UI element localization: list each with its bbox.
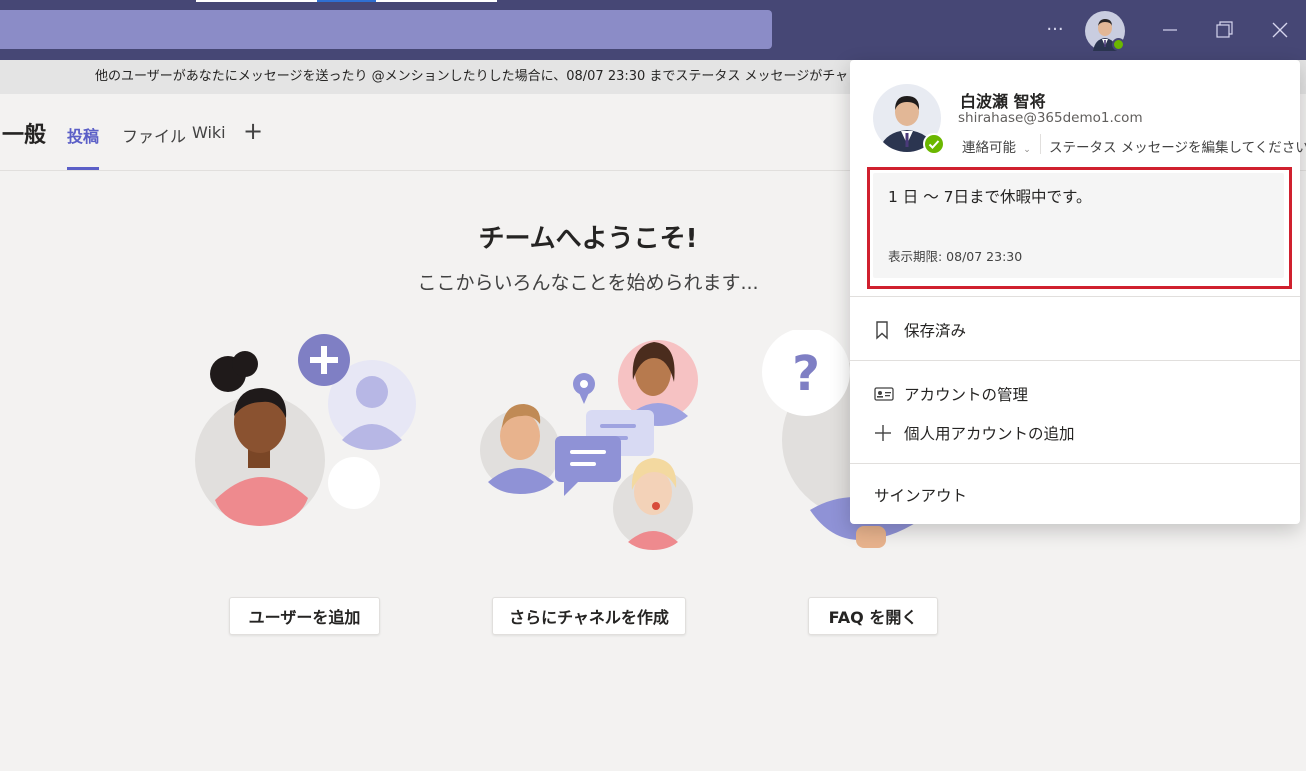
add-personal-account-menu-item[interactable]: 個人用アカウントの追加 bbox=[874, 418, 1075, 448]
profile-name: 白波瀬 智将 bbox=[960, 92, 1046, 111]
manage-account-label: アカウントの管理 bbox=[904, 386, 1029, 404]
minimize-icon bbox=[1163, 29, 1177, 31]
channel-name: 一般 bbox=[2, 123, 47, 148]
profile-email: shirahase@365demo1.com bbox=[958, 110, 1143, 126]
check-icon bbox=[928, 140, 940, 149]
edit-status-message-link[interactable]: ステータス メッセージを編集してください bbox=[1049, 136, 1306, 156]
add-user-illustration bbox=[195, 334, 416, 526]
open-faq-button[interactable]: FAQ を開く bbox=[808, 597, 938, 635]
tab-posts[interactable]: 投稿 bbox=[67, 123, 100, 170]
create-channel-button[interactable]: さらにチャネルを作成 bbox=[492, 597, 686, 635]
presence-dropdown[interactable]: 連絡可能 ⌄ bbox=[962, 136, 1031, 156]
chevron-down-icon: ⌄ bbox=[1023, 145, 1031, 155]
presence-label: 連絡可能 bbox=[962, 140, 1016, 156]
id-card-icon bbox=[874, 386, 896, 402]
bookmark-icon bbox=[874, 320, 896, 340]
popup-divider bbox=[850, 360, 1300, 361]
title-bar: ··· bbox=[0, 0, 1306, 60]
presence-available-badge bbox=[923, 133, 945, 155]
saved-label: 保存済み bbox=[904, 322, 967, 340]
avatar-presence-dot bbox=[1112, 38, 1125, 51]
add-user-button[interactable]: ユーザーを追加 bbox=[229, 597, 380, 635]
top-strip-right bbox=[376, 0, 497, 2]
tab-wiki[interactable]: Wiki bbox=[192, 123, 226, 170]
more-options-button[interactable]: ··· bbox=[1042, 16, 1068, 44]
popup-divider bbox=[850, 463, 1300, 464]
profile-avatar-button[interactable] bbox=[1085, 11, 1125, 51]
saved-menu-item[interactable]: 保存済み bbox=[874, 315, 966, 345]
plus-icon bbox=[874, 424, 896, 442]
add-personal-account-label: 個人用アカウントの追加 bbox=[904, 425, 1075, 443]
presence-divider bbox=[1040, 134, 1041, 154]
popup-divider bbox=[850, 296, 1300, 297]
profile-popup: 白波瀬 智将 shirahase@365demo1.com 連絡可能 ⌄ ステー… bbox=[850, 60, 1306, 524]
status-message-highlight: 1 日 ～ 7日まで休暇中です。 表示期限: 08/07 23:30 bbox=[867, 167, 1292, 289]
status-message-text: 1 日 ～ 7日まで休暇中です。 bbox=[888, 188, 1092, 206]
add-tab-button[interactable]: + bbox=[243, 117, 263, 145]
sign-out-menu-item[interactable]: サインアウト bbox=[874, 480, 967, 510]
minimize-button[interactable] bbox=[1155, 16, 1185, 44]
status-expiry-text: 表示期限: 08/07 23:30 bbox=[888, 249, 1023, 264]
chat-illustration bbox=[480, 340, 698, 550]
status-message-card[interactable]: 1 日 ～ 7日まで休暇中です。 表示期限: 08/07 23:30 bbox=[873, 173, 1284, 278]
restore-button[interactable] bbox=[1209, 16, 1239, 44]
tab-files[interactable]: ファイル bbox=[122, 123, 186, 170]
close-icon bbox=[1272, 22, 1288, 38]
top-strip-mid bbox=[317, 0, 376, 2]
restore-icon bbox=[1216, 21, 1233, 38]
search-input[interactable] bbox=[0, 10, 772, 49]
svg-text:?: ? bbox=[792, 346, 820, 402]
manage-account-menu-item[interactable]: アカウントの管理 bbox=[874, 379, 1028, 409]
close-button[interactable] bbox=[1265, 16, 1295, 44]
top-strip-left bbox=[196, 0, 317, 2]
